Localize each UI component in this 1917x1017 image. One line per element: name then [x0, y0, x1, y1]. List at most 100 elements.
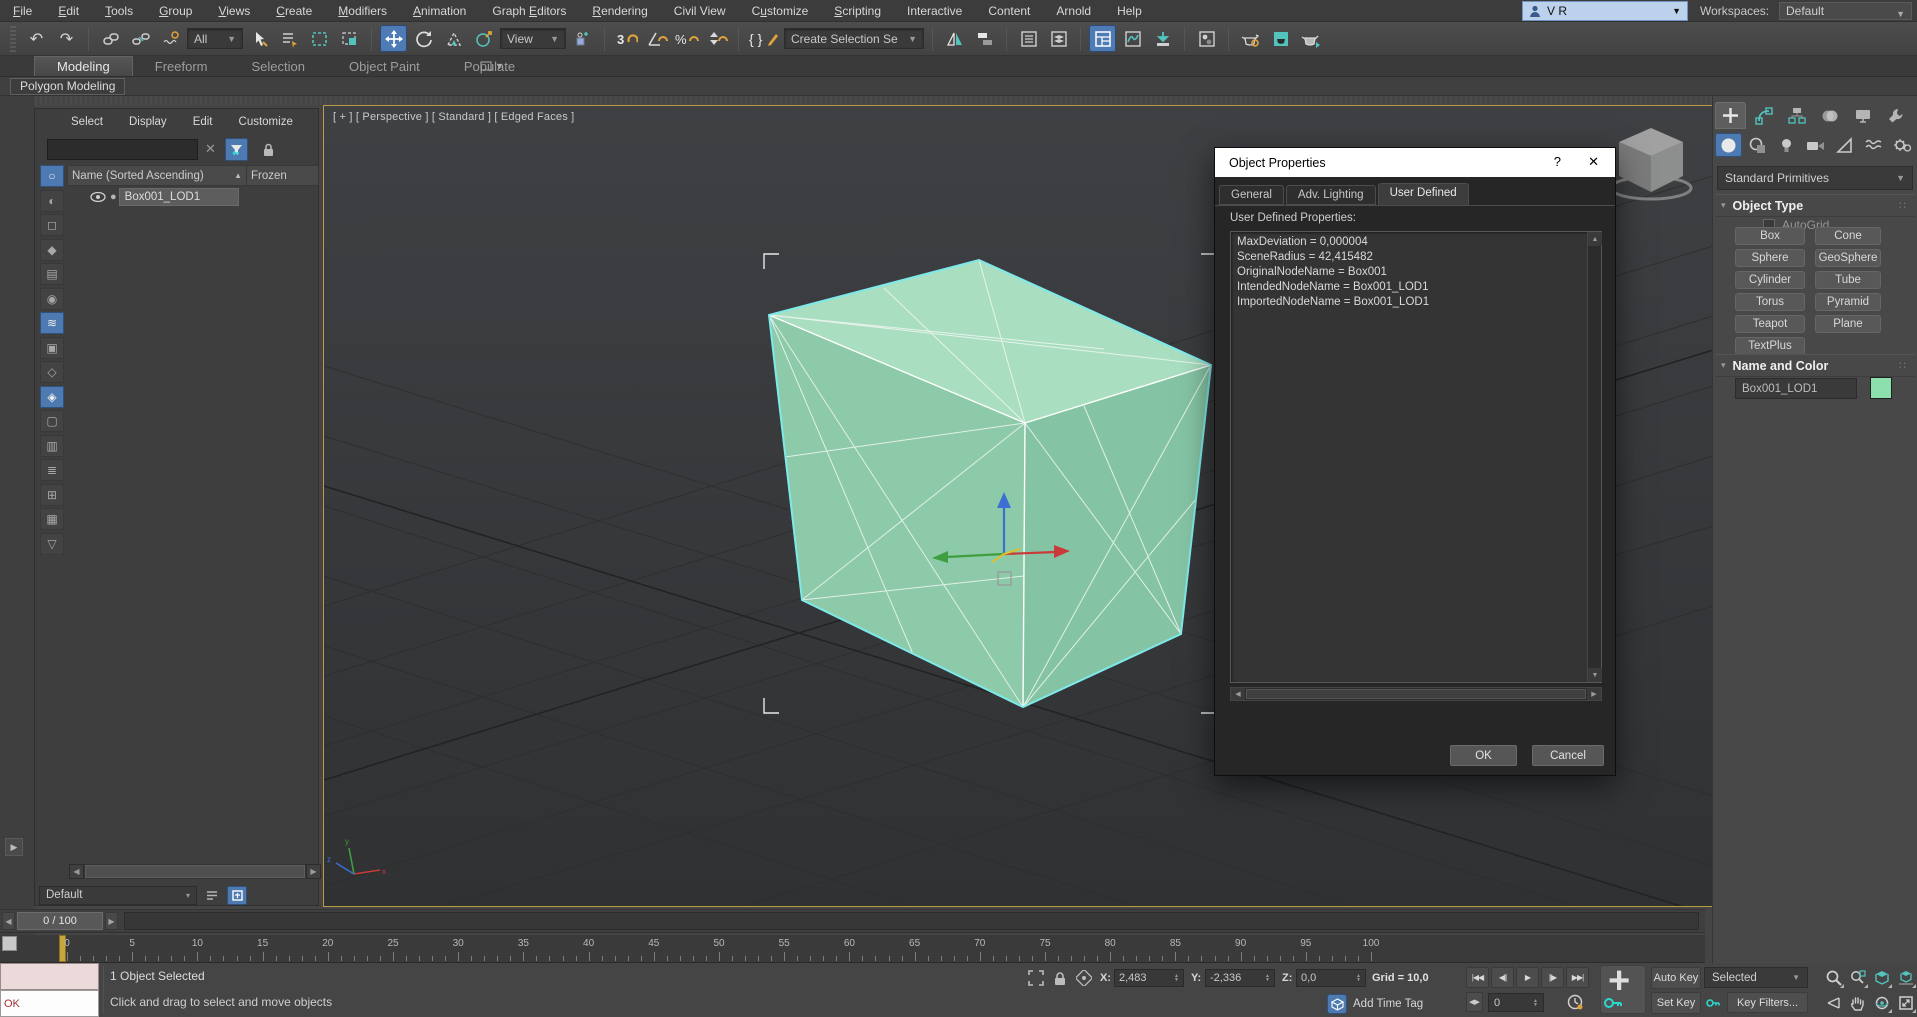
set-key-button[interactable]: Set Key: [1651, 992, 1701, 1014]
menu-customize[interactable]: Customize: [739, 0, 822, 22]
z-coordinate-field[interactable]: 0,0▲▼: [1296, 969, 1366, 987]
undo-icon[interactable]: ↶: [23, 25, 50, 52]
edit-named-selection-sets-icon[interactable]: { }: [747, 25, 781, 52]
utilities-tab[interactable]: [1880, 102, 1911, 129]
display-filter-icon[interactable]: ◆: [40, 239, 64, 261]
display-filter-icon[interactable]: ▦: [40, 508, 64, 530]
explorer-menu-select[interactable]: Select: [71, 116, 103, 128]
scene-object-name[interactable]: Box001_LOD1: [119, 188, 239, 206]
key-filters-button[interactable]: Key Filters...: [1727, 992, 1808, 1013]
display-filter-icon[interactable]: ◇: [40, 361, 64, 383]
geometry-type-dropdown[interactable]: Standard Primitives▼: [1717, 166, 1913, 190]
ribbon-tab-selection[interactable]: Selection: [230, 57, 327, 76]
cone-button[interactable]: Cone: [1815, 227, 1881, 245]
menu-interactive[interactable]: Interactive: [894, 0, 975, 22]
scroll-right-icon[interactable]: ▶: [1587, 688, 1601, 700]
select-by-name-icon[interactable]: [276, 25, 303, 52]
toggle-scene-explorer-icon[interactable]: [1015, 25, 1042, 52]
previous-frame-icon[interactable]: ◀: [2, 912, 15, 930]
spinner-icon[interactable]: ▲▼: [1356, 974, 1361, 982]
macro-recorder-pane[interactable]: [0, 963, 99, 990]
lock-explorer-icon[interactable]: [259, 140, 277, 159]
close-icon[interactable]: ✕: [1588, 154, 1599, 170]
dialog-tab-user-defined[interactable]: User Defined: [1378, 183, 1469, 205]
plane-button[interactable]: Plane: [1815, 315, 1881, 333]
spinner-icon[interactable]: ▲▼: [1174, 974, 1179, 982]
auto-key-button[interactable]: Auto Key: [1651, 967, 1701, 989]
layer-list-icon[interactable]: [202, 886, 222, 905]
set-keys-button[interactable]: +: [1600, 965, 1646, 1014]
display-filter-icon[interactable]: ▽: [40, 533, 64, 555]
maxscript-listener-pane[interactable]: OK: [0, 990, 99, 1017]
viewport-label[interactable]: [ + ] [ Perspective ] [ Standard ] [ Edg…: [333, 111, 574, 123]
viewcube[interactable]: [1611, 128, 1691, 199]
horizontal-scrollbar[interactable]: ◀ ▶: [1230, 687, 1602, 701]
zoom-all-icon[interactable]: [1846, 966, 1869, 989]
tube-button[interactable]: Tube: [1815, 271, 1881, 289]
y-coordinate-field[interactable]: -2,336▲▼: [1205, 969, 1275, 987]
select-and-link-icon[interactable]: [97, 25, 124, 52]
render-production-icon[interactable]: [1297, 25, 1324, 52]
maximize-viewport-icon[interactable]: [1894, 991, 1917, 1014]
select-and-place-icon[interactable]: [470, 25, 497, 52]
display-tab[interactable]: [1847, 102, 1878, 129]
display-filter-icon[interactable]: ○: [40, 165, 64, 187]
orbit-icon[interactable]: [1870, 991, 1893, 1014]
schematic-view-icon[interactable]: [1149, 25, 1176, 52]
menu-content[interactable]: Content: [975, 0, 1043, 22]
display-filter-icon[interactable]: ◐: [40, 190, 64, 212]
explorer-preset-dropdown[interactable]: Default▾: [39, 886, 197, 905]
geosphere-button[interactable]: GeoSphere: [1815, 249, 1881, 267]
add-time-tag[interactable]: Add Time Tag: [1327, 994, 1423, 1014]
unlink-selection-icon[interactable]: [127, 25, 154, 52]
previous-frame-button[interactable]: ◀||: [1491, 967, 1514, 988]
zoom-extents-icon[interactable]: [1870, 966, 1893, 989]
spinner-icon[interactable]: ▲▼: [1533, 999, 1538, 1007]
space-warps-category-icon[interactable]: [1860, 133, 1887, 157]
x-coordinate-field[interactable]: 2,483▲▼: [1114, 969, 1184, 987]
next-frame-icon[interactable]: ▶: [105, 912, 118, 930]
dialog-tab-general[interactable]: General: [1219, 185, 1284, 205]
named-selection-set-dropdown[interactable]: Create Selection Se▼: [784, 28, 924, 49]
key-mode-toggle[interactable]: ◀▶: [1466, 992, 1483, 1012]
box-button[interactable]: Box: [1735, 227, 1805, 245]
select-and-scale-icon[interactable]: [440, 25, 467, 52]
select-and-rotate-icon[interactable]: [410, 25, 437, 52]
zoom-extents-all-icon[interactable]: [1894, 966, 1917, 989]
display-filter-icon[interactable]: ◉: [40, 288, 64, 310]
align-icon[interactable]: [971, 25, 998, 52]
display-filter-icon[interactable]: ◻: [40, 214, 64, 236]
pin-explorer-icon[interactable]: [227, 886, 247, 905]
object-type-rollout[interactable]: ▾ Object Type ∷: [1715, 194, 1915, 217]
explorer-menu-display[interactable]: Display: [129, 116, 167, 128]
pan-hand-icon[interactable]: [1846, 991, 1869, 1014]
redo-icon[interactable]: ↷: [53, 25, 80, 52]
ribbon-tab-freeform[interactable]: Freeform: [133, 57, 230, 76]
rectangular-selection-region-icon[interactable]: [306, 25, 333, 52]
help-icon[interactable]: ?: [1554, 154, 1561, 169]
play-button[interactable]: ▶: [1516, 967, 1539, 988]
key-selection-dropdown[interactable]: Selected▼: [1704, 967, 1808, 988]
menu-arnold[interactable]: Arnold: [1043, 0, 1104, 22]
bind-to-space-warp-icon[interactable]: [157, 25, 184, 52]
create-tab[interactable]: [1715, 102, 1746, 129]
ribbon-tab-modeling[interactable]: Modeling: [34, 56, 133, 76]
helpers-category-icon[interactable]: [1831, 133, 1858, 157]
box-object[interactable]: [769, 260, 1211, 707]
menu-file[interactable]: File: [0, 0, 45, 22]
toolbar-grip[interactable]: [10, 26, 16, 52]
modify-tab[interactable]: [1748, 102, 1779, 129]
mirror-icon[interactable]: [941, 25, 968, 52]
menu-rendering[interactable]: Rendering: [579, 0, 660, 22]
material-editor-icon[interactable]: [1193, 25, 1220, 52]
textplus-button[interactable]: TextPlus: [1735, 337, 1805, 355]
menu-modifiers[interactable]: Modifiers: [325, 0, 400, 22]
spinner-icon[interactable]: ▲▼: [1265, 974, 1270, 982]
zoom-icon[interactable]: [1822, 966, 1845, 989]
vertical-scrollbar[interactable]: ▲ ▼: [1587, 232, 1601, 682]
scrollbar-thumb[interactable]: [1246, 689, 1586, 699]
set-key-filters-icon[interactable]: [1704, 993, 1723, 1013]
scrollbar-thumb[interactable]: [85, 865, 305, 878]
menu-group[interactable]: Group: [146, 0, 205, 22]
select-object-icon[interactable]: [246, 25, 273, 52]
